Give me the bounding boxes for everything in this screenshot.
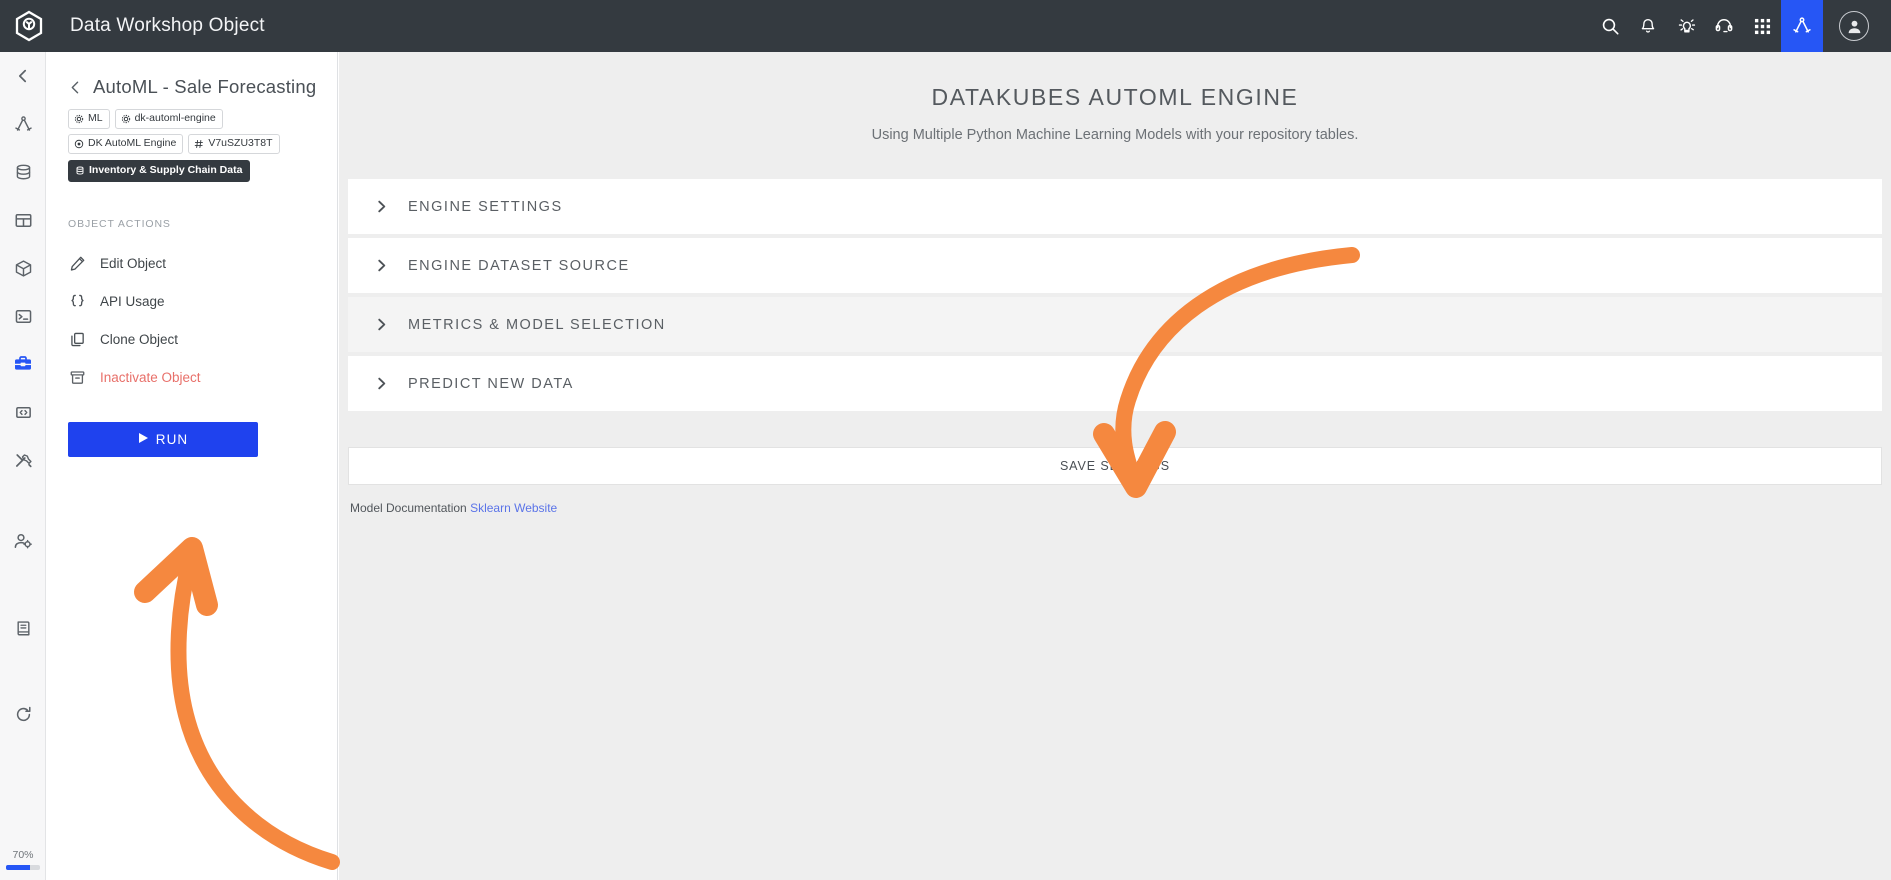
user-settings-icon[interactable] xyxy=(0,518,46,566)
refresh-icon[interactable] xyxy=(0,690,46,738)
progress-bar-fill xyxy=(6,865,30,870)
tag-label: V7uSZU3T8T xyxy=(208,137,273,149)
action-label: Clone Object xyxy=(100,331,179,347)
left-icon-rail: 70% xyxy=(0,52,46,880)
archive-icon xyxy=(68,369,86,386)
clone-object-action[interactable]: Clone Object xyxy=(68,320,315,358)
object-actions-list: Edit Object API Usage Clone Object Inact… xyxy=(68,244,315,396)
cube-icon[interactable] xyxy=(0,244,46,292)
table-icon[interactable] xyxy=(0,196,46,244)
edit-object-action[interactable]: Edit Object xyxy=(68,244,315,282)
inactivate-object-action[interactable]: Inactivate Object xyxy=(68,358,315,396)
top-navigation-bar: Data Workshop Object xyxy=(0,0,1891,52)
bell-icon[interactable] xyxy=(1629,0,1667,52)
tag-ml[interactable]: ML xyxy=(68,109,110,129)
compass-drafting-icon[interactable] xyxy=(1781,0,1823,52)
object-title: AutoML - Sale Forecasting xyxy=(93,76,317,97)
page-title: DATAKUBES AUTOML ENGINE xyxy=(931,84,1299,110)
tag-engine-slug[interactable]: dk-automl-engine xyxy=(114,109,223,129)
app-title: Data Workshop Object xyxy=(70,15,265,36)
run-button[interactable]: RUN xyxy=(68,422,258,457)
topbar-icon-group xyxy=(1591,0,1891,52)
terminal-icon[interactable] xyxy=(0,292,46,340)
model-documentation-row: Model Documentation Sklearn Website xyxy=(348,501,1882,515)
accordion-engine-dataset-source[interactable]: ENGINE DATASET SOURCE xyxy=(348,238,1882,293)
rail-divider-3 xyxy=(0,652,45,690)
tag-label: Inventory & Supply Chain Data xyxy=(89,164,243,176)
copy-icon xyxy=(68,331,86,348)
rail-divider-2 xyxy=(0,566,45,604)
tag-engine-name[interactable]: DK AutoML Engine xyxy=(68,134,184,154)
run-button-label: RUN xyxy=(155,432,189,447)
api-usage-action[interactable]: API Usage xyxy=(68,282,315,320)
collapse-back-icon[interactable] xyxy=(0,52,46,100)
accordion-label: ENGINE SETTINGS xyxy=(408,198,563,215)
braces-icon xyxy=(68,293,86,310)
rail-divider xyxy=(0,484,45,518)
rail-progress-section: 70% xyxy=(0,849,46,880)
chevron-right-icon xyxy=(375,377,388,390)
chevron-right-icon xyxy=(375,259,388,272)
book-icon[interactable] xyxy=(0,604,46,652)
tools-icon[interactable] xyxy=(0,436,46,484)
compass-drafting-icon[interactable] xyxy=(0,100,46,148)
action-label: Inactivate Object xyxy=(100,369,201,385)
save-settings-label: SAVE SETTINGS xyxy=(1059,459,1171,473)
sklearn-website-link[interactable]: Sklearn Website xyxy=(470,501,557,515)
tag-dataset[interactable]: Inventory & Supply Chain Data xyxy=(68,160,251,182)
accordion-label: PREDICT NEW DATA xyxy=(408,375,574,392)
object-detail-sidebar: AutoML - Sale Forecasting ML dk-automl-e… xyxy=(46,52,338,880)
database-icon[interactable] xyxy=(0,148,46,196)
lightbulb-idea-icon[interactable] xyxy=(1667,0,1705,52)
headset-support-icon[interactable] xyxy=(1705,0,1743,52)
play-icon xyxy=(138,432,149,447)
tag-label: ML xyxy=(88,112,103,124)
save-settings-button[interactable]: SAVE SETTINGS xyxy=(348,447,1882,485)
action-label: Edit Object xyxy=(100,255,167,271)
hexagon-logo-icon[interactable] xyxy=(0,0,58,52)
object-actions-heading: OBJECT ACTIONS xyxy=(68,218,171,230)
sidebar-header: AutoML - Sale Forecasting xyxy=(68,76,317,98)
chevron-right-icon xyxy=(375,200,388,213)
accordion-engine-settings[interactable]: ENGINE SETTINGS xyxy=(348,179,1882,234)
chevron-left-icon[interactable] xyxy=(68,80,83,95)
chevron-right-icon xyxy=(375,318,388,331)
object-dataset-tag-row: Inventory & Supply Chain Data xyxy=(68,160,315,182)
progress-bar-track[interactable] xyxy=(6,865,40,870)
page-subtitle: Using Multiple Python Machine Learning M… xyxy=(871,127,1359,143)
toolbox-icon[interactable] xyxy=(0,340,46,388)
tag-label: DK AutoML Engine xyxy=(88,137,177,149)
accordion-predict-new-data[interactable]: PREDICT NEW DATA xyxy=(348,356,1882,411)
main-content-area: DATAKUBES AUTOML ENGINE Using Multiple P… xyxy=(339,52,1891,880)
app-root: Data Workshop Object 70% AutoML - Sale F… xyxy=(0,0,1891,880)
accordion-label: METRICS & MODEL SELECTION xyxy=(408,316,666,333)
object-tag-list: ML dk-automl-engine DK AutoML Engine V7u… xyxy=(68,109,315,154)
tag-label: dk-automl-engine xyxy=(134,112,216,124)
accordion-metrics-model-selection[interactable]: METRICS & MODEL SELECTION xyxy=(348,297,1882,352)
grid-apps-icon[interactable] xyxy=(1743,0,1781,52)
code-brackets-icon[interactable] xyxy=(0,388,46,436)
tag-object-id[interactable]: V7uSZU3T8T xyxy=(188,134,280,154)
action-label: API Usage xyxy=(100,293,165,309)
settings-accordion: ENGINE SETTINGS ENGINE DATASET SOURCE ME… xyxy=(348,179,1882,411)
user-avatar-icon[interactable] xyxy=(1839,11,1869,41)
progress-percent-label: 70% xyxy=(12,849,34,861)
pencil-icon xyxy=(68,255,86,272)
documentation-label: Model Documentation xyxy=(350,501,467,515)
search-icon[interactable] xyxy=(1591,0,1629,52)
accordion-label: ENGINE DATASET SOURCE xyxy=(408,257,630,274)
